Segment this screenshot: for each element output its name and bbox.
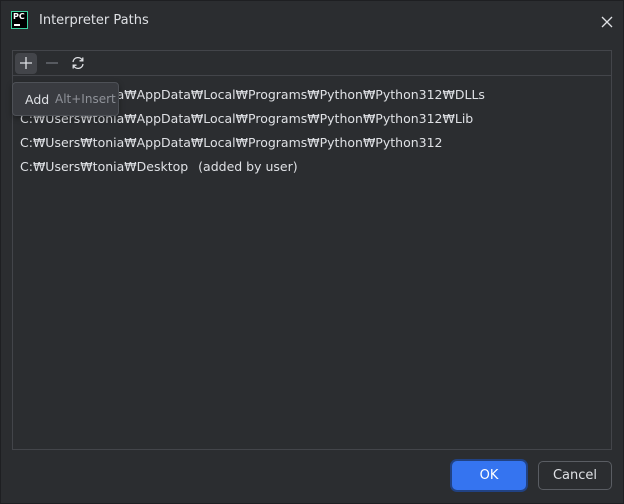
interpreter-paths-dialog: PC Interpreter Paths C:₩Users₩tonia₩AppD… [0,0,624,504]
app-logo-bar [14,24,20,26]
close-icon [601,16,613,28]
close-button[interactable] [598,13,616,31]
path-item[interactable]: C:₩Users₩tonia₩AppData₩Local₩Programs₩Py… [20,131,485,155]
dialog-title: Interpreter Paths [39,13,149,28]
add-path-button[interactable] [15,53,37,74]
tooltip-label: Add [25,92,50,107]
pycharm-logo-icon: PC [11,11,28,29]
title-bar[interactable]: PC Interpreter Paths [1,1,623,41]
cancel-button[interactable]: Cancel [538,461,612,490]
paths-toolbar [13,51,611,76]
ok-button[interactable]: OK [452,461,526,490]
path-text: C:₩Users₩tonia₩AppData₩Local₩Programs₩Py… [20,135,443,150]
add-tooltip: Add Alt+Insert [12,82,119,116]
tooltip-shortcut: Alt+Insert [55,92,116,106]
remove-path-button[interactable] [41,53,63,74]
path-text: C:₩Users₩tonia₩Desktop [20,159,189,174]
path-note: (added by user) [198,159,298,174]
refresh-icon [72,56,84,70]
app-logo-text: PC [13,12,25,21]
minus-icon [46,62,58,64]
path-item[interactable]: C:₩Users₩tonia₩Desktop (added by user) [20,155,485,179]
plus-icon [20,57,32,69]
reload-paths-button[interactable] [67,53,89,74]
